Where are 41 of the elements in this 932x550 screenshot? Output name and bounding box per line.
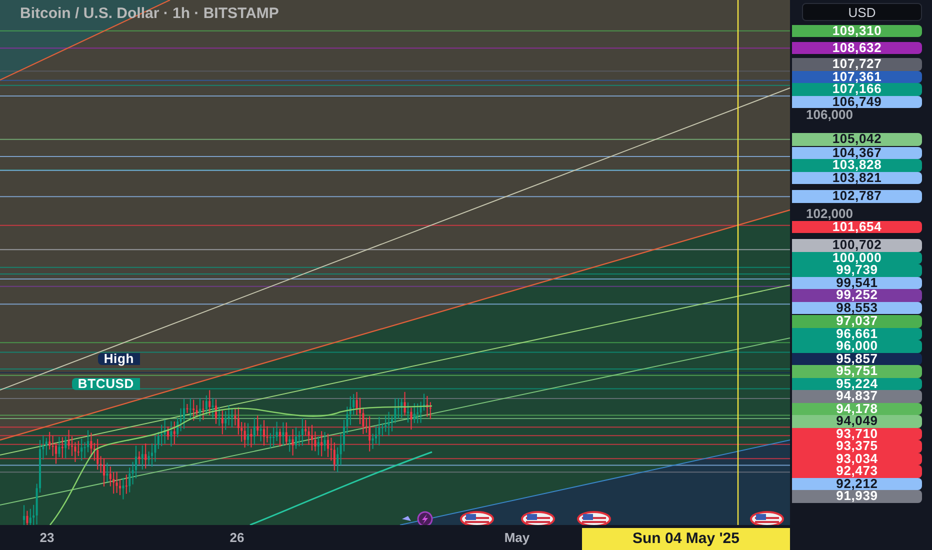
time-label: 26	[230, 531, 244, 544]
price-label: 99,541	[792, 276, 922, 290]
price-label: 107,361	[792, 70, 922, 84]
price-label: 104,367	[792, 146, 922, 160]
price-label: 93,710	[792, 428, 922, 440]
price-label: 99,739	[792, 264, 922, 277]
price-label: 95,224	[792, 378, 922, 390]
price-label: 97,037	[792, 315, 922, 328]
price-label: 93,375	[792, 440, 922, 453]
price-label: 106,749	[792, 96, 922, 108]
price-label: 92,473	[792, 465, 922, 478]
price-tick: 106,000	[806, 108, 853, 122]
price-label: 96,661	[792, 328, 922, 340]
price-label: 92,212	[792, 478, 922, 490]
price-label: 100,702	[792, 239, 922, 252]
price-label: 103,821	[792, 172, 922, 184]
price-label: 101,654	[792, 220, 922, 234]
price-label: 107,727	[792, 58, 922, 71]
crosshair-date-label: Sun 04 May '25	[582, 528, 790, 550]
price-tick: 102,000	[806, 208, 853, 221]
price-label: 99,252	[792, 289, 922, 302]
price-label: 108,632	[792, 42, 922, 54]
price-label: 94,837	[792, 390, 922, 403]
price-label: 95,751	[792, 365, 922, 378]
price-label: 94,178	[792, 402, 922, 416]
price-label: 102,787	[792, 190, 922, 203]
price-label: 109,310	[792, 24, 922, 38]
price-label: 94,049	[792, 415, 922, 428]
price-label: 95,857	[792, 352, 922, 366]
price-label: 98,553	[792, 302, 922, 314]
price-label: 96,000	[792, 340, 922, 353]
currency-button[interactable]: USD	[802, 3, 922, 21]
price-label: 105,042	[792, 133, 922, 146]
time-label: May	[504, 531, 530, 544]
price-label: 91,939	[792, 490, 922, 503]
time-label: 23	[40, 531, 54, 544]
price-label: 107,166	[792, 83, 922, 96]
price-tag: BTCUSD	[72, 378, 140, 390]
price-label: 100,000	[792, 252, 922, 264]
price-label: 103,828	[792, 159, 922, 172]
price-label: 93,034	[792, 452, 922, 466]
